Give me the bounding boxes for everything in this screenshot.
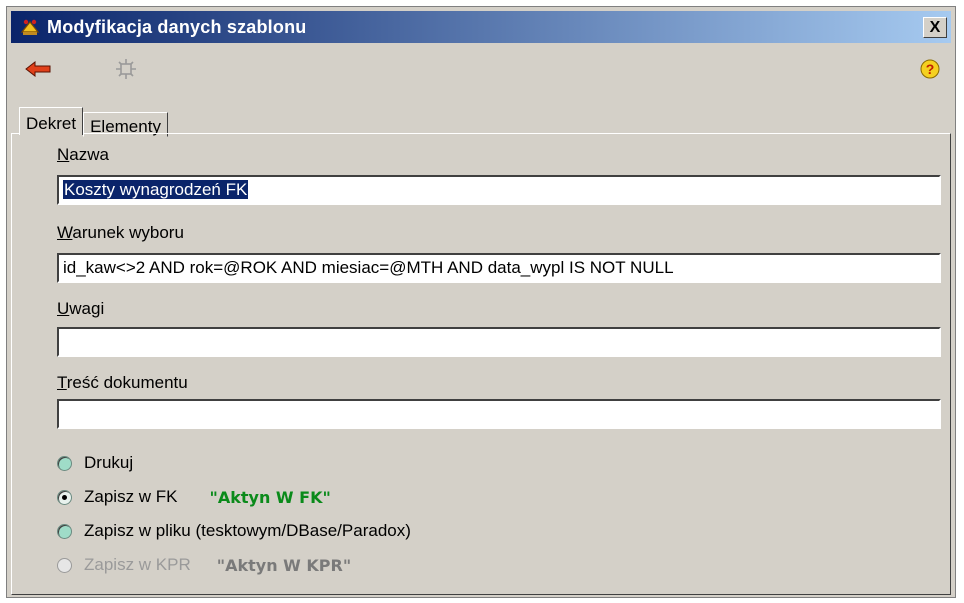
option-zapisz-kpr: Zapisz w KPR "Aktyn W KPR": [57, 555, 351, 575]
tresc-input[interactable]: [57, 399, 941, 429]
warunek-label: Warunek wyboru: [57, 223, 184, 242]
tresc-label: Treść dokumentu: [57, 373, 188, 392]
nazwa-label: Nazwa: [57, 145, 109, 164]
close-icon: X: [929, 18, 941, 36]
option-zapisz-plik[interactable]: Zapisz w pliku (tesktowym/DBase/Paradox): [57, 521, 411, 541]
warunek-input[interactable]: id_kaw<>2 AND rok=@ROK AND miesiac=@MTH …: [57, 253, 941, 283]
radio-zapisz-plik[interactable]: [57, 523, 72, 539]
option-zapisz-fk-label: Zapisz w FK: [84, 487, 178, 506]
tool-button[interactable]: [111, 55, 141, 83]
option-drukuj-label: Drukuj: [84, 453, 134, 472]
back-button[interactable]: [23, 55, 53, 83]
radio-drukuj[interactable]: [57, 455, 72, 471]
fk-tag: "Aktyn W FK": [209, 487, 331, 507]
uwagi-input[interactable]: [57, 327, 941, 357]
back-arrow-icon: [25, 61, 51, 77]
dialog-window: Modyfikacja danych szablonu X ? Dekret E…: [6, 6, 956, 598]
kpr-tag: "Aktyn W KPR": [216, 555, 352, 575]
svg-text:?: ?: [926, 61, 935, 77]
window-title: Modyfikacja danych szablonu: [47, 16, 307, 37]
nazwa-input[interactable]: Koszty wynagrodzeń FK: [57, 175, 941, 205]
option-zapisz-fk[interactable]: Zapisz w FK "Aktyn W FK": [57, 487, 331, 507]
radio-zapisz-fk[interactable]: [57, 489, 72, 505]
help-icon: ?: [920, 59, 940, 79]
option-zapisz-plik-label: Zapisz w pliku (tesktowym/DBase/Paradox): [84, 521, 411, 540]
toolbar: ?: [11, 45, 951, 91]
nazwa-value: Koszty wynagrodzeń FK: [63, 180, 249, 199]
gear-icon: [116, 59, 136, 79]
close-button[interactable]: X: [923, 17, 947, 38]
title-bar[interactable]: Modyfikacja danych szablonu X: [11, 11, 951, 43]
app-icon: [19, 16, 41, 38]
option-drukuj[interactable]: Drukuj: [57, 453, 133, 473]
tab-dekret[interactable]: Dekret: [19, 107, 84, 135]
option-zapisz-kpr-label: Zapisz w KPR: [84, 555, 191, 574]
uwagi-label: Uwagi: [57, 299, 105, 318]
radio-zapisz-kpr: [57, 557, 72, 573]
help-button[interactable]: ?: [915, 55, 945, 83]
